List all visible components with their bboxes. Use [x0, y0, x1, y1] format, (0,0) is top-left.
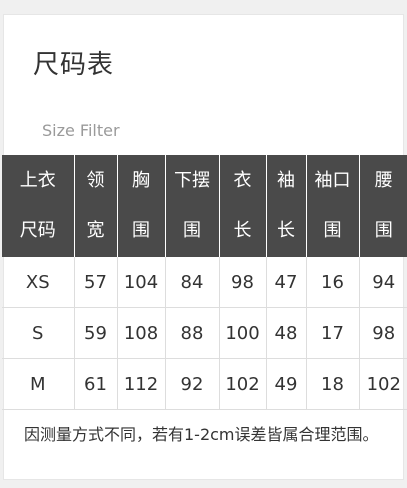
header-waist: 腰围 [359, 155, 407, 257]
cell-value: 104 [117, 257, 166, 308]
table-row: S 59 108 88 100 48 17 98 [2, 307, 407, 359]
size-table: 上衣 尺码 领宽 胸围 下摆围 衣长 袖长 袖口围 腰围 XS 57 104 84… [2, 155, 407, 410]
cell-value: 47 [266, 257, 307, 308]
table-row: M 61 112 92 102 49 18 102 [2, 358, 407, 410]
header-cuff: 袖口围 [306, 155, 360, 257]
cell-value: 61 [74, 358, 118, 410]
cell-value: 49 [266, 358, 307, 410]
cell-value: 57 [74, 257, 118, 308]
header-size: 上衣 尺码 [2, 155, 75, 257]
cell-value: 92 [165, 358, 220, 410]
cell-value: 16 [306, 257, 360, 308]
cell-value: 108 [117, 307, 166, 359]
cell-value: 88 [165, 307, 220, 359]
header-length: 衣长 [219, 155, 267, 257]
cell-value: 48 [266, 307, 307, 359]
cell-value: 98 [359, 307, 407, 359]
page-title: 尺码表 [33, 50, 115, 80]
cell-value: 100 [219, 307, 267, 359]
cell-size: M [2, 358, 75, 410]
header-hem: 下摆围 [165, 155, 220, 257]
cell-value: 94 [359, 257, 407, 308]
size-chart-card: 尺码表 Size Filter 上衣 尺码 领宽 胸围 下摆围 衣长 袖长 袖口围… [2, 14, 407, 480]
cell-value: 98 [219, 257, 267, 308]
cell-value: 17 [306, 307, 360, 359]
header-sleeve-length: 袖长 [266, 155, 307, 257]
header-chest: 胸围 [117, 155, 166, 257]
cell-value: 112 [117, 358, 166, 410]
table-row: XS 57 104 84 98 47 16 94 [2, 257, 407, 308]
cell-size: S [2, 307, 75, 359]
table-header-row: 上衣 尺码 领宽 胸围 下摆围 衣长 袖长 袖口围 腰围 [2, 155, 407, 257]
cell-value: 102 [359, 358, 407, 410]
cell-value: 84 [165, 257, 220, 308]
cell-size: XS [2, 257, 75, 308]
measurement-note: 因测量方式不同，若有1-2cm误差皆属合理范围。 [24, 425, 379, 444]
size-filter-label[interactable]: Size Filter [42, 121, 120, 140]
cell-value: 102 [219, 358, 267, 410]
cell-value: 18 [306, 358, 360, 410]
cell-value: 59 [74, 307, 118, 359]
header-collar-width: 领宽 [74, 155, 118, 257]
